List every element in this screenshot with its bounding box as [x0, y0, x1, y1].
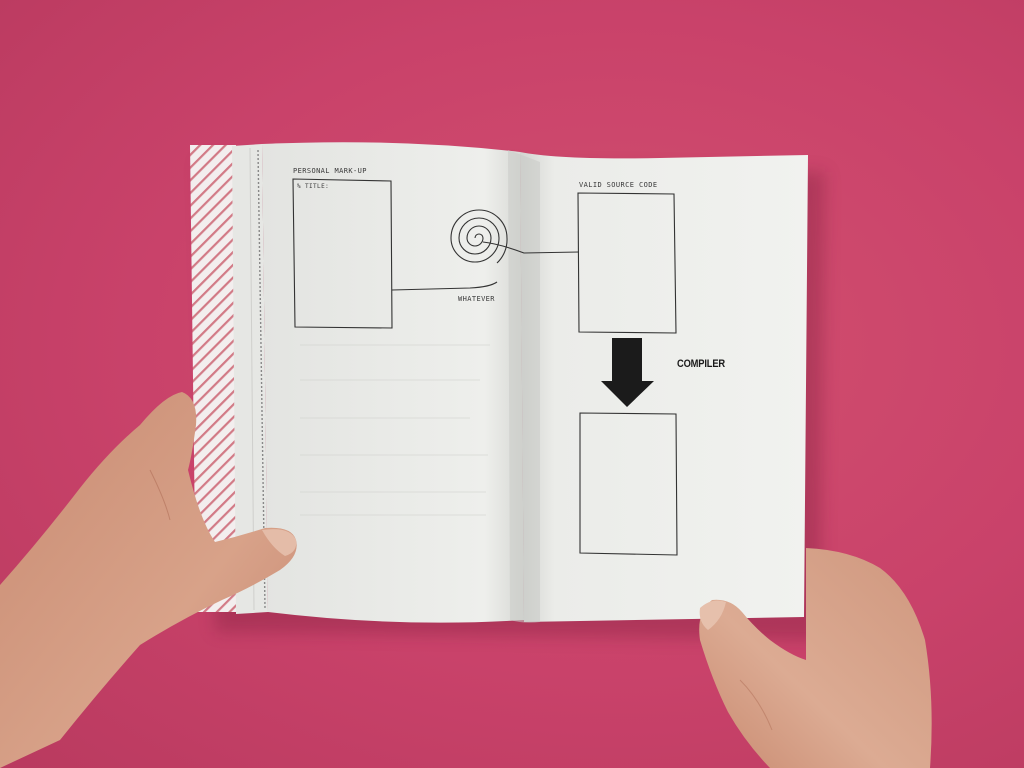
spiral-caption: WHATEVER: [458, 295, 495, 303]
compiler-label: COMPILER: [677, 358, 725, 370]
book-illustration: [0, 142, 932, 768]
left-page-heading: PERSONAL MARK-UP: [293, 167, 367, 175]
right-page-heading: VALID SOURCE CODE: [579, 181, 658, 189]
left-page: [262, 142, 524, 623]
right-page: [520, 152, 808, 622]
photo-scene: PERSONAL MARK-UP % TITLE: WHATEVER VALID…: [0, 0, 1024, 768]
title-field-label: % TITLE:: [297, 183, 330, 190]
